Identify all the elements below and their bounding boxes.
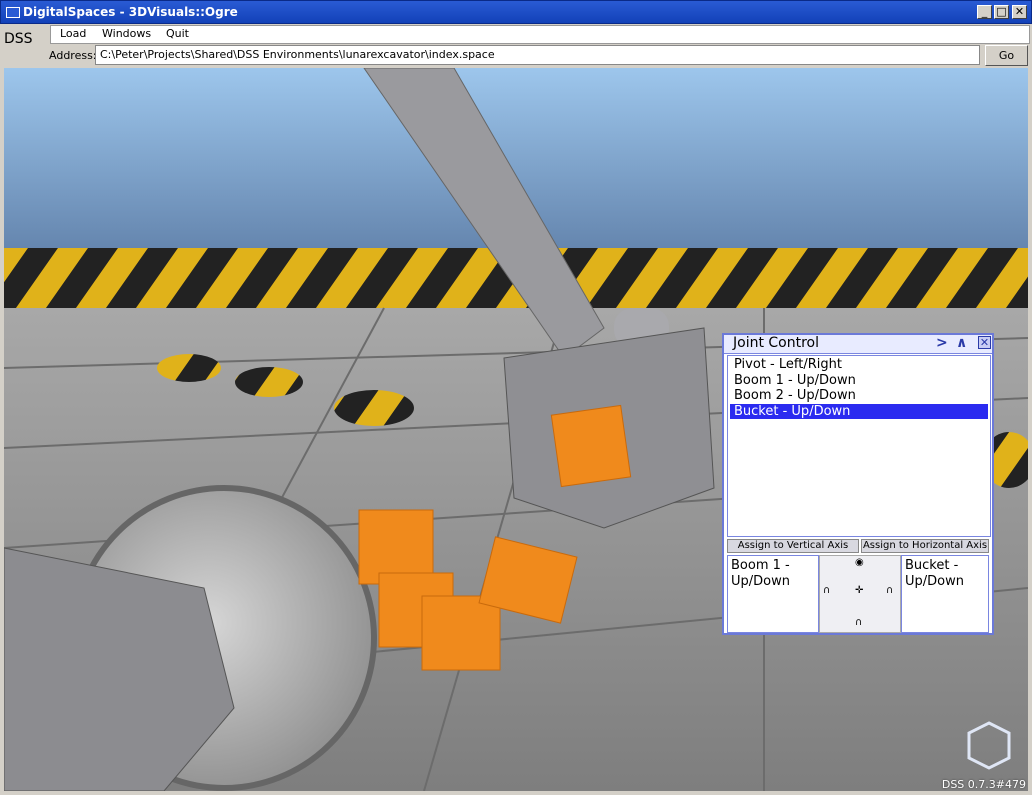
hazard-bump <box>334 390 414 426</box>
toolbar-area: DSS Load Windows Quit Address: C:\Peter\… <box>0 24 1032 68</box>
joint-control-panel: Joint Control > ∧ ✕ Pivot - Left/Right B… <box>722 333 994 635</box>
address-label: Address: <box>49 49 97 62</box>
assign-vertical-button[interactable]: Assign to Vertical Axis <box>727 539 859 553</box>
list-item[interactable]: Pivot - Left/Right <box>730 357 988 372</box>
chevron-up-icon[interactable]: ∧ <box>956 336 967 351</box>
close-button[interactable]: ✕ <box>1012 5 1027 19</box>
panel-close-button[interactable]: ✕ <box>978 336 991 349</box>
go-button[interactable]: Go <box>985 45 1028 66</box>
horizontal-axis-value: Bucket - Up/Down <box>901 555 989 633</box>
crate-in-bucket <box>550 404 632 488</box>
panel-header[interactable]: Joint Control > ∧ ✕ <box>724 335 992 354</box>
dss-label: DSS <box>4 31 33 47</box>
window-titlebar: DigitalSpaces - 3DVisuals::Ogre _ □ ✕ <box>0 0 1032 24</box>
assign-horizontal-button[interactable]: Assign to Horizontal Axis <box>861 539 989 553</box>
pad-center-icon: ✛ <box>855 585 864 596</box>
menu-load[interactable]: Load <box>60 27 86 40</box>
pad-up-icon: ◉ <box>855 557 864 568</box>
pad-left-icon: ∩ <box>823 585 831 596</box>
hazard-bump <box>157 354 221 382</box>
address-input[interactable]: C:\Peter\Projects\Shared\DSS Environment… <box>95 45 980 65</box>
panel-title: Joint Control <box>733 335 820 351</box>
assign-row: Assign to Vertical Axis Assign to Horizo… <box>727 539 989 553</box>
joint-list[interactable]: Pivot - Left/Right Boom 1 - Up/Down Boom… <box>727 355 991 537</box>
menu-bar: Load Windows Quit <box>50 25 1030 44</box>
version-label: DSS 0.7.3#479 <box>941 778 1026 791</box>
pad-down-icon: ∩ <box>855 617 863 628</box>
vertical-axis-value: Boom 1 - Up/Down <box>727 555 819 633</box>
window-title: DigitalSpaces - 3DVisuals::Ogre <box>23 5 238 19</box>
chevron-right-icon[interactable]: > <box>936 336 948 351</box>
joystick-pad[interactable]: ◉ ∩ ∩ ✛ ∩ <box>819 555 901 633</box>
menu-quit[interactable]: Quit <box>166 27 189 40</box>
maximize-button[interactable]: □ <box>994 5 1009 19</box>
pad-right-icon: ∩ <box>886 585 894 596</box>
hazard-bump <box>235 367 303 397</box>
app-window-icon <box>6 7 20 18</box>
list-item[interactable]: Boom 2 - Up/Down <box>730 388 988 403</box>
list-item-selected[interactable]: Bucket - Up/Down <box>730 404 988 419</box>
menu-windows[interactable]: Windows <box>102 27 151 40</box>
minimize-button[interactable]: _ <box>977 5 992 19</box>
list-item[interactable]: Boom 1 - Up/Down <box>730 373 988 388</box>
